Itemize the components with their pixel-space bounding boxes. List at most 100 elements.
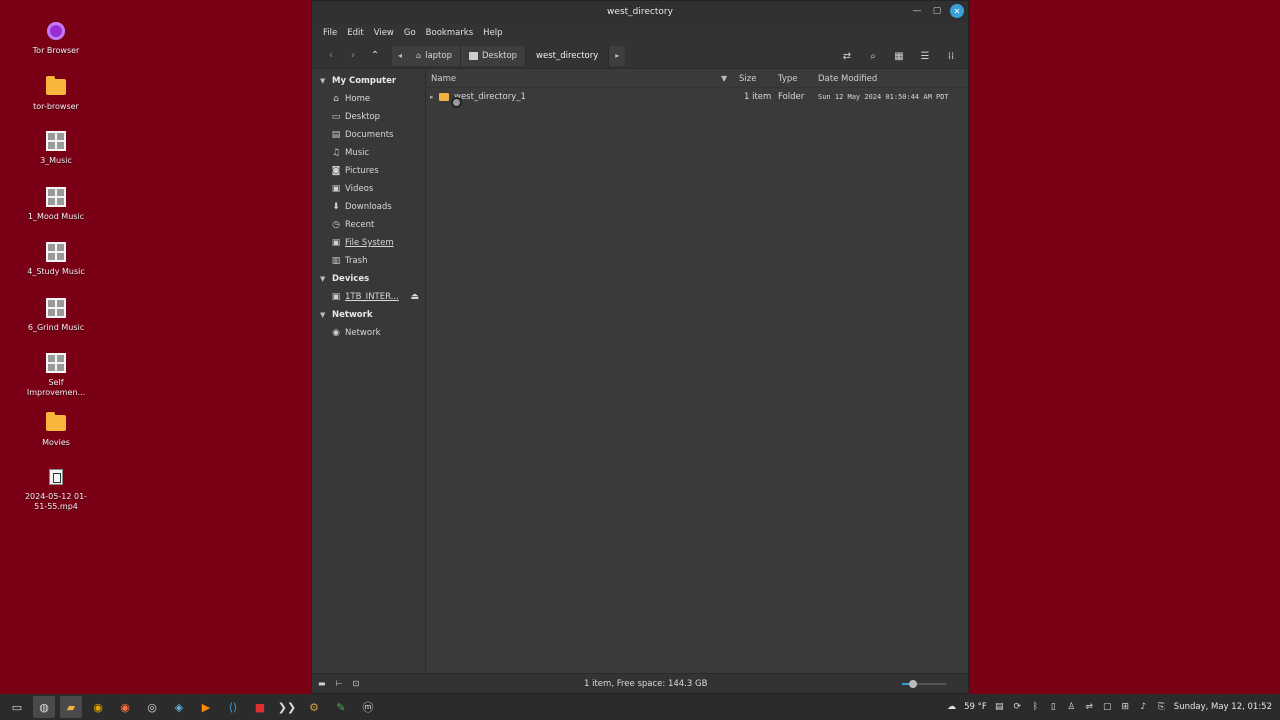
system-tray: ☁ 59 °F ▤ ⟳ ᛒ ▯ ♙ ⇌ ▢ ⊞ ♪ ⎘ Sunday, May … — [946, 694, 1272, 720]
sort-arrow-icon: ▼ — [721, 74, 728, 83]
show-places-icon[interactable]: ▬ — [318, 679, 326, 688]
sidebar-item-music[interactable]: ♫ Music — [312, 144, 425, 162]
mint-menu-icon[interactable]: ⓜ — [357, 696, 379, 718]
breadcrumb-laptop[interactable]: ⌂ laptop — [408, 45, 461, 66]
user-icon[interactable]: ♙ — [1066, 702, 1077, 712]
obs-icon[interactable]: ◎ — [141, 696, 163, 718]
title-bar[interactable]: west_directory — ▢ ✕ — [312, 1, 968, 23]
sidebar-item-label: 1TB_INTER... — [345, 292, 399, 302]
sidebar-item-downloads[interactable]: ⬇ Downloads — [312, 198, 425, 216]
breadcrumb-west-directory[interactable]: west_directory — [526, 45, 610, 66]
sidebar-item-trash[interactable]: ▥ Trash — [312, 252, 425, 270]
sidebar-item-label: Videos — [345, 184, 374, 194]
desktop-item-video-file[interactable]: 2024-05-12 01-51-55.mp4 — [22, 466, 90, 512]
sidebar-item-home[interactable]: ⌂ Home — [312, 90, 425, 108]
zoom-slider[interactable] — [902, 680, 946, 688]
sidebar-item-pictures[interactable]: ◙ Pictures — [312, 162, 425, 180]
show-tree-icon[interactable]: ⊢ — [336, 679, 343, 688]
maximize-button[interactable]: ▢ — [930, 4, 944, 18]
menu-help[interactable]: Help — [478, 28, 507, 38]
sidebar-item-desktop[interactable]: ▭ Desktop — [312, 108, 425, 126]
screen-icon[interactable]: ▢ — [1102, 702, 1113, 712]
hide-sidebar-icon[interactable]: ⊡ — [353, 679, 360, 688]
keyboard-icon[interactable]: ⎘ — [1156, 702, 1167, 712]
app-launcher-icon[interactable]: ◍ — [33, 696, 55, 718]
forward-button[interactable]: › — [342, 46, 364, 66]
red-app-icon[interactable]: ■ — [249, 696, 271, 718]
show-desktop-icon[interactable]: ▭ — [6, 696, 28, 718]
up-button[interactable]: ⌃ — [364, 46, 386, 66]
sound-icon[interactable]: ♪ — [1138, 702, 1149, 712]
breadcrumb-right-arrow[interactable]: ▸ — [609, 45, 626, 66]
settings-app-icon[interactable]: ⚙ — [303, 696, 325, 718]
sidebar-section-devices[interactable]: ▼ Devices — [312, 270, 425, 288]
list-view-icon[interactable]: ☰ — [914, 46, 936, 66]
desktop-item-movies[interactable]: Movies — [22, 412, 90, 448]
sidebar-item-file-system[interactable]: ▣ File System — [312, 234, 425, 252]
desktop-item-label: 4_Study Music — [27, 267, 85, 276]
file-row[interactable]: ▸ west_directory_1 1 item Folder Sun 12 … — [426, 88, 968, 106]
clock[interactable]: Sunday, May 12, 01:52 — [1174, 702, 1272, 712]
steam-icon[interactable]: ◈ — [168, 696, 190, 718]
search-icon[interactable]: ⌕ — [862, 46, 884, 66]
green-app-icon[interactable]: ✎ — [330, 696, 352, 718]
files-app-icon[interactable]: ▰ — [60, 696, 82, 718]
menu-view[interactable]: View — [369, 28, 399, 38]
update-icon[interactable]: ⟳ — [1012, 702, 1023, 712]
desktop-item-self-improvement[interactable]: Self Improvemen... — [22, 352, 90, 398]
icon-view-icon[interactable]: ▦ — [888, 46, 910, 66]
back-button[interactable]: ‹ — [320, 46, 342, 66]
vscode-icon[interactable]: ⟨⟩ — [222, 696, 244, 718]
file-manager-window: west_directory — ▢ ✕ File Edit View Go B… — [311, 0, 969, 694]
bluetooth-icon[interactable]: ᛒ — [1030, 702, 1041, 712]
desktop-item-tor-browser[interactable]: Tor Browser — [22, 20, 90, 56]
expand-arrow-icon[interactable]: ▸ — [430, 93, 434, 101]
notes-icon[interactable]: ▤ — [994, 702, 1005, 712]
video-editor-icon[interactable]: ❯❯ — [276, 696, 298, 718]
eject-icon[interactable]: ⏏ — [410, 292, 419, 302]
desktop-item-tor-browser-folder[interactable]: tor-browser — [22, 76, 90, 112]
desktop-item-3-music[interactable]: 3_Music — [22, 130, 90, 166]
breadcrumb-desktop[interactable]: Desktop — [460, 45, 527, 66]
close-button[interactable]: ✕ — [950, 4, 964, 18]
sidebar-item-videos[interactable]: ▣ Videos — [312, 180, 425, 198]
zoom-slider-handle[interactable] — [909, 680, 917, 688]
weather-temp[interactable]: 59 °F — [964, 702, 987, 712]
desktop-item-6-grind-music[interactable]: 6_Grind Music — [22, 297, 90, 333]
sidebar-section-network[interactable]: ▼ Network — [312, 306, 425, 324]
file-list-pane[interactable]: Name ▼ Size Type Date Modified ▸ west_di… — [426, 70, 968, 673]
menu-go[interactable]: Go — [399, 28, 421, 38]
expand-arrow-icon: ▼ — [320, 275, 326, 283]
breadcrumb-label: Desktop — [481, 50, 518, 61]
breadcrumb-left-arrow[interactable]: ◂ — [392, 45, 408, 66]
desktop-item-label: Movies — [42, 438, 70, 447]
sidebar-section-my-computer[interactable]: ▼ My Computer — [312, 72, 425, 90]
pictures-icon: ◙ — [331, 166, 341, 176]
desktop-item-4-study-music[interactable]: 4_Study Music — [22, 241, 90, 277]
sidebar-item-network[interactable]: ◉ Network — [312, 324, 425, 342]
sidebar-item-label: Home — [345, 94, 371, 104]
chrome-icon[interactable]: ◉ — [87, 696, 109, 718]
column-size[interactable]: Size — [739, 74, 756, 84]
sidebar-item-recent[interactable]: ◷ Recent — [312, 216, 425, 234]
menu-file[interactable]: File — [318, 28, 342, 38]
clipboard-icon[interactable]: ▯ — [1048, 702, 1059, 712]
network-status-icon[interactable]: ⊞ — [1120, 702, 1131, 712]
column-type[interactable]: Type — [778, 74, 798, 84]
network-tray-icon[interactable]: ⇌ — [1084, 702, 1095, 712]
firefox-icon[interactable]: ◉ — [114, 696, 136, 718]
menu-edit[interactable]: Edit — [342, 28, 368, 38]
minimize-button[interactable]: — — [910, 4, 924, 18]
sidebar-item-drive[interactable]: ▣ 1TB_INTER... ⏏ — [312, 288, 425, 306]
menu-bookmarks[interactable]: Bookmarks — [421, 28, 479, 38]
compact-view-icon[interactable]: ⁞⁞ — [940, 46, 962, 66]
location-toggle-icon[interactable]: ⇄ — [836, 46, 858, 66]
status-left-controls: ▬ ⊢ ⊡ — [312, 679, 359, 688]
media-player-icon[interactable]: ▶ — [195, 696, 217, 718]
playlist-icon — [45, 130, 67, 152]
column-date-modified[interactable]: Date Modified — [818, 74, 877, 84]
column-name[interactable]: Name — [431, 74, 456, 84]
tor-browser-icon — [45, 20, 67, 42]
sidebar-item-documents[interactable]: ▤ Documents — [312, 126, 425, 144]
desktop-item-1-mood-music[interactable]: 1_Mood Music — [22, 186, 90, 222]
